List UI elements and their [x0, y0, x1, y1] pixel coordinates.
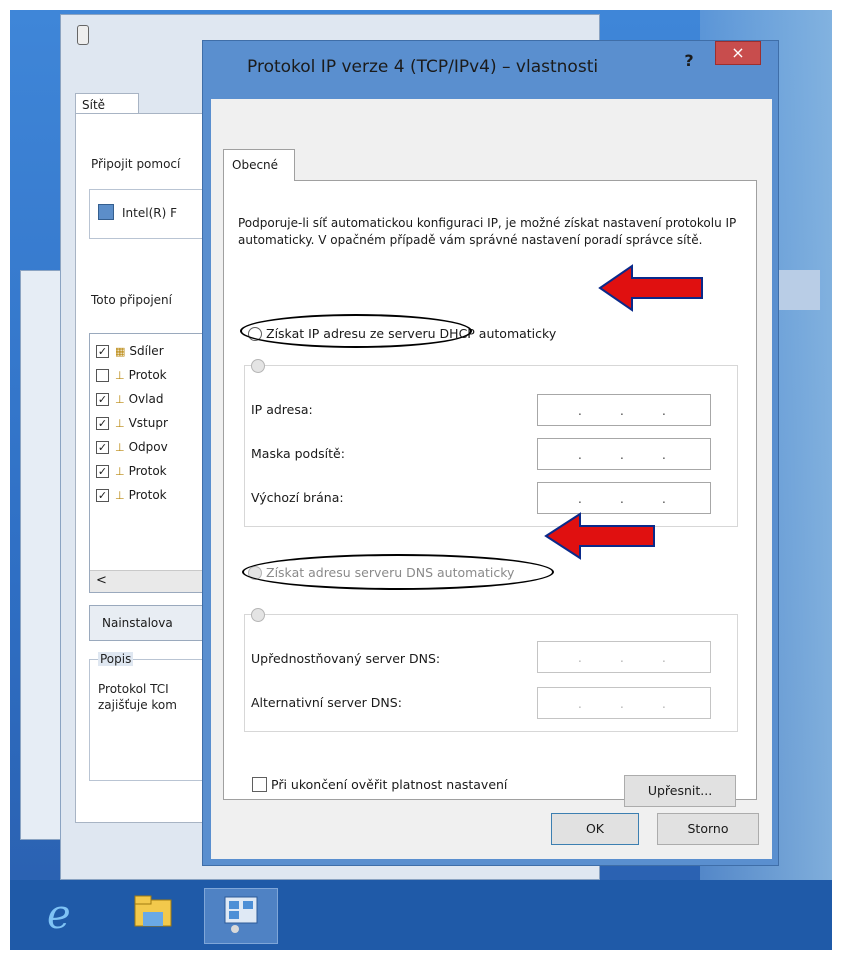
manual-ip-group: IP adresa: ... Maska podsítě: ... Výchoz…: [244, 359, 738, 527]
tab-networking[interactable]: Sítě: [75, 93, 139, 115]
checkbox[interactable]: ✓: [96, 464, 109, 478]
preferred-dns-field[interactable]: ...: [537, 641, 711, 673]
description-line: Protokol TCI: [98, 682, 169, 696]
description-line: zajišťuje kom: [98, 698, 177, 712]
validate-option[interactable]: Při ukončení ověřit platnost nastavení: [252, 777, 507, 792]
list-item[interactable]: ✓ ⊥ Protok: [96, 484, 167, 506]
connect-using-label: Připojit pomocí: [91, 157, 181, 171]
intro-text: Podporuje-li síť automatickou konfigurac…: [238, 216, 737, 247]
checkbox[interactable]: [96, 368, 109, 382]
list-item-label: Ovlad: [128, 392, 164, 406]
dialog-title-bar[interactable]: Protokol IP verze 4 (TCP/IPv4) – vlastno…: [203, 41, 778, 99]
list-item[interactable]: ⊥ Protok: [96, 364, 167, 386]
adapter-name: Intel(R) F: [122, 206, 177, 220]
subnet-mask-label: Maska podsítě:: [251, 446, 345, 461]
connection-items-label: Toto připojení: [91, 293, 172, 307]
list-item[interactable]: ✓ ⊥ Odpov: [96, 436, 168, 458]
list-item[interactable]: ✓ ⊥ Protok: [96, 460, 167, 482]
validate-label: Při ukončení ověřit platnost nastavení: [271, 777, 508, 792]
help-button[interactable]: ?: [677, 51, 701, 73]
adapter-icon: [98, 204, 114, 220]
ipv4-properties-dialog: Protokol IP verze 4 (TCP/IPv4) – vlastno…: [202, 40, 779, 866]
alternate-dns-label: Alternativní server DNS:: [251, 695, 402, 710]
internet-explorer-icon[interactable]: e: [34, 888, 96, 944]
default-gateway-field[interactable]: ...: [537, 482, 711, 514]
network-control-panel-icon[interactable]: [204, 888, 278, 944]
preferred-dns-label: Upřednostňovaný server DNS:: [251, 651, 441, 666]
list-item[interactable]: ✓ ▦ Sdíler: [96, 340, 164, 362]
network-sharing-icon: ▦: [115, 344, 126, 358]
dialog-body: Obecné Podporuje-li síť automatickou kon…: [211, 99, 772, 859]
ok-button[interactable]: OK: [551, 813, 639, 845]
manual-dns-radio[interactable]: [251, 608, 265, 622]
checkbox[interactable]: ✓: [96, 344, 109, 358]
taskbar: e: [10, 880, 832, 950]
manual-ip-radio[interactable]: [251, 359, 265, 373]
default-gateway-label: Výchozí brána:: [251, 490, 344, 505]
annotation-arrow-icon: [598, 264, 703, 312]
protocol-icon: ⊥: [115, 488, 125, 502]
checkbox[interactable]: ✓: [96, 440, 109, 454]
manual-dns-group: Upřednostňovaný server DNS: ... Alternat…: [244, 608, 738, 732]
protocol-icon: ⊥: [115, 368, 125, 382]
file-explorer-icon[interactable]: [122, 888, 184, 944]
ip-address-field[interactable]: ...: [537, 394, 711, 426]
list-item-label: Protok: [128, 464, 167, 478]
ip-address-label: IP adresa:: [251, 402, 313, 417]
list-item-label: Protok: [128, 368, 167, 382]
subnet-mask-field[interactable]: ...: [537, 438, 711, 470]
checkbox[interactable]: ✓: [96, 488, 109, 502]
list-item-label: Vstupr: [128, 416, 168, 430]
scroll-left-arrow[interactable]: <: [96, 573, 107, 588]
checkbox[interactable]: ✓: [96, 416, 109, 430]
annotation-ellipse: [242, 554, 554, 590]
annotation-ellipse: [240, 314, 472, 348]
validate-checkbox[interactable]: [252, 777, 267, 792]
tab-general[interactable]: Obecné: [223, 149, 295, 181]
alternate-dns-field[interactable]: ...: [537, 687, 711, 719]
advanced-button[interactable]: Upřesnit...: [624, 775, 736, 807]
list-item[interactable]: ✓ ⊥ Vstupr: [96, 412, 168, 434]
description-group-label: Popis: [98, 652, 134, 666]
protocol-icon: ⊥: [115, 440, 125, 454]
protocol-icon: ⊥: [115, 464, 125, 478]
list-item-label: Sdíler: [129, 344, 164, 358]
list-item-label: Odpov: [128, 440, 168, 454]
protocol-icon: ⊥: [115, 392, 125, 406]
list-item-label: Protok: [128, 488, 167, 502]
protocol-icon: ⊥: [115, 416, 125, 430]
cancel-button[interactable]: Storno: [657, 813, 759, 845]
checkbox[interactable]: ✓: [96, 392, 109, 406]
list-item[interactable]: ✓ ⊥ Ovlad: [96, 388, 163, 410]
network-adapter-icon: [77, 25, 89, 45]
svg-text:e: e: [47, 892, 71, 936]
dialog-title: Protokol IP verze 4 (TCP/IPv4) – vlastno…: [247, 57, 599, 77]
close-button[interactable]: ×: [715, 41, 761, 65]
annotation-arrow-icon: [544, 512, 655, 560]
